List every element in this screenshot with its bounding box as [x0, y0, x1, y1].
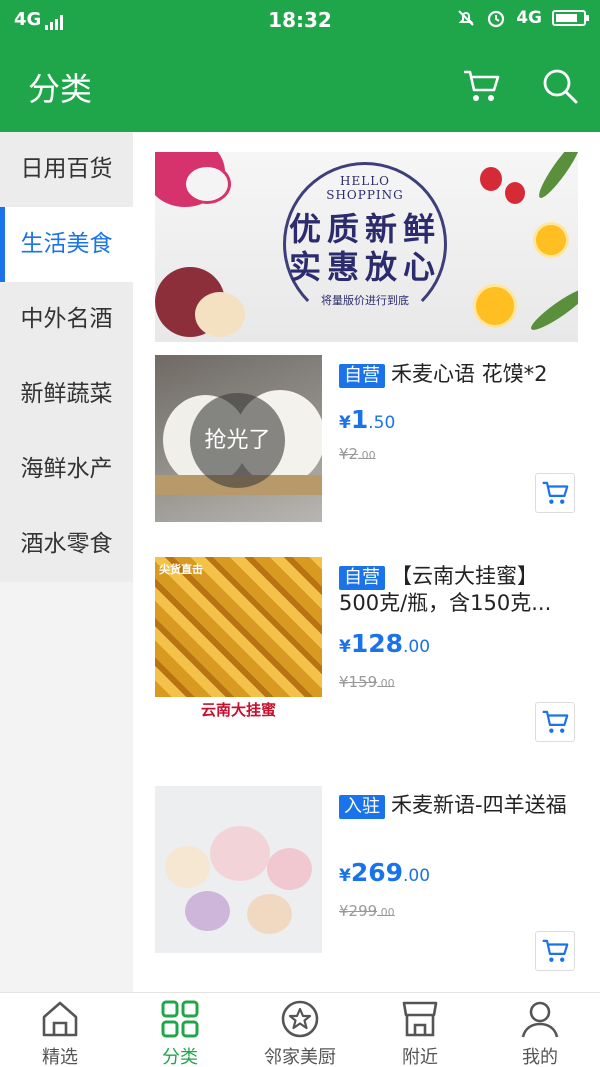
sidebar-item-liquor[interactable]: 中外名酒	[0, 282, 133, 357]
original-price: ¥2.00	[339, 445, 376, 463]
price-currency: ¥	[339, 866, 351, 886]
cart-icon	[542, 939, 569, 962]
sheep-bun-image	[210, 826, 270, 881]
price-integer: 269	[350, 858, 404, 887]
tab-label: 我的	[522, 1047, 558, 1067]
original-price-decimal: .00	[358, 449, 376, 462]
merchant-tag: 入驻	[339, 795, 385, 819]
tab-label: 邻家美厨	[264, 1047, 336, 1067]
tab-label: 分类	[162, 1047, 198, 1067]
self-operated-tag: 自营	[339, 364, 385, 388]
original-price-decimal: .00	[377, 906, 395, 919]
price-currency: ¥	[339, 413, 351, 433]
status-icons: 4G	[456, 8, 589, 28]
cart-icon	[542, 710, 569, 733]
product-title[interactable]: 自营 【云南大挂蜜】500克/瓶，含150克...	[339, 563, 575, 616]
sidebar-item-vegetables[interactable]: 新鲜蔬菜	[0, 357, 133, 432]
price-decimal: .00	[403, 637, 431, 657]
leaf-decoration-2	[527, 283, 578, 335]
tab-categories[interactable]: 分类	[120, 993, 240, 1067]
product-title-text: 禾麦新语-四羊送福	[391, 793, 567, 817]
sidebar-item-seafood[interactable]: 海鲜水产	[0, 432, 133, 507]
sheep-bun-image-3	[267, 848, 312, 890]
promo-banner[interactable]: HELLO SHOPPING 优质新鲜 实惠放心 将量版价进行到底	[155, 152, 578, 342]
price-decimal: .00	[403, 866, 431, 886]
product-card[interactable]: 尖货直击 云南大挂蜜 自营 【云南大挂蜜】500克/瓶，含150克... ¥128…	[155, 557, 578, 742]
product-card[interactable]: 入驻 禾麦新语-四羊送福 ¥269.00 ¥299.00	[155, 786, 578, 971]
cart-icon	[542, 481, 569, 504]
add-to-cart-button[interactable]	[535, 702, 575, 742]
alarm-icon	[488, 10, 505, 28]
status-bar: 4G 18:32 4G	[0, 0, 600, 40]
search-icon[interactable]	[540, 66, 580, 106]
product-image[interactable]	[155, 786, 322, 953]
user-icon	[521, 1001, 559, 1038]
page-title: 分类	[28, 70, 93, 108]
tab-profile[interactable]: 我的	[480, 993, 600, 1067]
product-list: HELLO SHOPPING 优质新鲜 实惠放心 将量版价进行到底 抢光了 自营…	[133, 132, 600, 992]
product-badge: 尖货直击	[159, 563, 203, 576]
banner-text-block: HELLO SHOPPING 优质新鲜 实惠放心 将量版价进行到底	[265, 162, 465, 326]
sheep-bun-image-4	[185, 891, 230, 931]
price-integer: 1	[350, 405, 369, 434]
lemon-slice-image	[533, 222, 569, 258]
strawberry-image	[480, 167, 502, 191]
battery-icon	[552, 10, 589, 26]
add-to-cart-button[interactable]	[535, 473, 575, 513]
star-circle-icon	[281, 1000, 319, 1038]
tab-neighbor-kitchen[interactable]: 邻家美厨	[240, 993, 360, 1067]
sidebar-item-food[interactable]: 生活美食	[0, 207, 133, 282]
home-icon	[42, 1001, 78, 1037]
original-price-integer: ¥2	[339, 445, 359, 463]
sidebar-item-snacks[interactable]: 酒水零食	[0, 507, 133, 582]
honeycomb-image	[155, 557, 322, 697]
app-header: 分类	[0, 40, 600, 132]
strawberry-image-2	[505, 182, 525, 204]
cart-icon[interactable]	[462, 68, 500, 104]
lemon-slice-image-2	[473, 284, 517, 328]
bottom-tab-bar: 精选 分类 邻家美厨 附近 我的	[0, 992, 600, 1067]
sheep-bun-image-2	[165, 846, 210, 888]
original-price-decimal: .00	[377, 677, 395, 690]
tab-label: 精选	[42, 1047, 78, 1067]
store-icon	[402, 1001, 438, 1037]
price-currency: ¥	[339, 637, 351, 657]
product-card[interactable]: 抢光了 自营 禾麦心语 花馍*2 ¥1.50 ¥2.00	[155, 355, 578, 522]
sidebar-item-daily-goods[interactable]: 日用百货	[0, 132, 133, 207]
product-title[interactable]: 自营 禾麦心语 花馍*2	[339, 361, 575, 388]
tab-featured[interactable]: 精选	[0, 993, 120, 1067]
original-price-integer: ¥299	[339, 902, 378, 920]
original-price: ¥159.00	[339, 673, 395, 691]
product-price: ¥1.50	[339, 405, 395, 434]
add-to-cart-button[interactable]	[535, 931, 575, 971]
original-price: ¥299.00	[339, 902, 395, 920]
pear-image	[195, 292, 245, 337]
network-label-right: 4G	[516, 8, 542, 28]
product-price: ¥269.00	[339, 858, 430, 887]
original-price-integer: ¥159	[339, 673, 378, 691]
tab-label: 附近	[402, 1047, 438, 1067]
product-title[interactable]: 入驻 禾麦新语-四羊送福	[339, 792, 575, 819]
product-image[interactable]: 抢光了	[155, 355, 322, 522]
price-integer: 128	[350, 629, 404, 658]
leaf-decoration	[534, 152, 578, 202]
product-image[interactable]: 尖货直击 云南大挂蜜	[155, 557, 322, 724]
product-image-caption: 云南大挂蜜	[200, 701, 276, 719]
grid-icon	[161, 1000, 199, 1038]
product-title-text: 禾麦心语 花馍*2	[391, 362, 548, 386]
dragonfruit-flesh-image	[183, 164, 231, 204]
self-operated-tag: 自营	[339, 566, 385, 590]
sheep-bun-image-5	[247, 894, 292, 934]
mute-bell-icon	[458, 10, 474, 26]
tab-nearby[interactable]: 附近	[360, 993, 480, 1067]
sold-out-badge: 抢光了	[190, 393, 285, 488]
price-decimal: .50	[368, 413, 396, 433]
banner-arc	[283, 162, 447, 326]
product-price: ¥128.00	[339, 629, 430, 658]
category-sidebar: 日用百货 生活美食 中外名酒 新鲜蔬菜 海鲜水产 酒水零食	[0, 132, 133, 992]
